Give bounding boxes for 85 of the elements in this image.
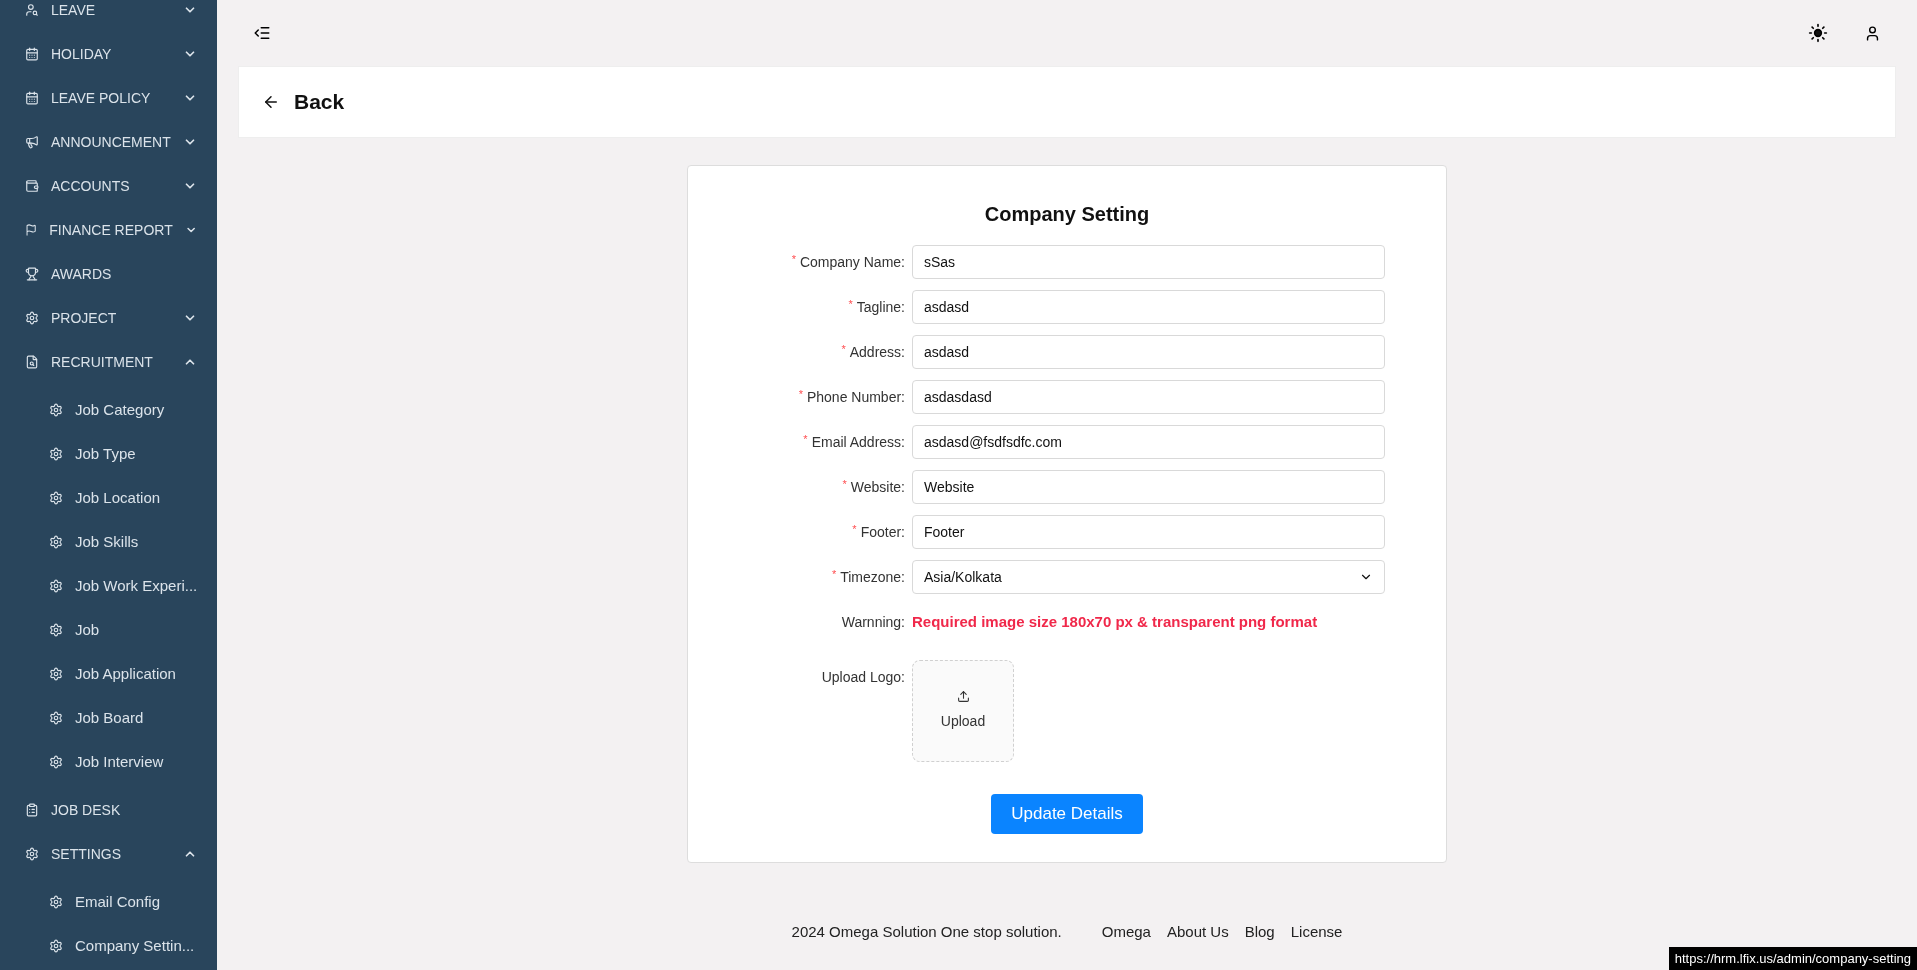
input-field[interactable]: asdasd@fsdfsdfc.com <box>912 425 1385 459</box>
required-mark: * <box>803 432 808 447</box>
sidebar-subitem[interactable]: Job Type <box>0 432 217 476</box>
input-field[interactable]: Website <box>912 470 1385 504</box>
gear-icon <box>49 579 63 593</box>
required-mark: * <box>798 387 803 402</box>
sidebar-item[interactable]: PROJECT <box>0 296 217 340</box>
field-label: Timezone: <box>840 567 905 587</box>
gear-icon <box>49 447 63 461</box>
gear-icon <box>49 623 63 637</box>
field-label: Email Address: <box>811 432 905 452</box>
gear-icon <box>49 939 63 953</box>
sidebar-subitem[interactable]: Job <box>0 608 217 652</box>
gear-icon <box>49 535 63 549</box>
field-label: Upload Logo: <box>821 667 905 687</box>
gear-icon <box>49 491 63 505</box>
sidebar-subitem[interactable]: Job Location <box>0 476 217 520</box>
gear-icon <box>49 711 63 725</box>
sidebar-item[interactable]: LEAVE <box>0 0 217 32</box>
sidebar-item[interactable]: LEAVE POLICY <box>0 76 217 120</box>
sidebar-subitem[interactable]: Job Application <box>0 652 217 696</box>
footer-link[interactable]: Blog <box>1244 921 1275 944</box>
calendar-icon <box>25 47 39 61</box>
theme-toggle-icon[interactable] <box>1808 23 1828 43</box>
person-icon <box>25 3 39 17</box>
field-label: Website: <box>850 477 905 497</box>
sidebar-subitem[interactable]: Job Skills <box>0 520 217 564</box>
gear-icon <box>25 847 39 861</box>
required-mark: * <box>852 522 857 537</box>
required-mark: * <box>791 252 796 267</box>
sidebar-subitem[interactable]: Job Interview <box>0 740 217 784</box>
sidebar-item[interactable]: JOB DESK <box>0 788 217 832</box>
sidebar-item[interactable]: SETTINGS <box>0 832 217 876</box>
field-label: Warnning: <box>841 612 905 632</box>
user-icon[interactable] <box>1864 24 1881 42</box>
sidebar-subitem[interactable]: Job Work Experi... <box>0 564 217 608</box>
document-search-icon <box>25 355 39 369</box>
status-url: https://hrm.lfix.us/admin/company-setting <box>1668 946 1917 970</box>
megaphone-icon <box>25 135 39 149</box>
warning-text: Required image size 180x70 px & transparent png format <box>912 611 1318 632</box>
flag-icon <box>25 223 38 237</box>
required-mark: * <box>848 297 853 312</box>
sidebar-item[interactable]: RECRUITMENT <box>0 340 217 384</box>
gear-icon <box>49 895 63 909</box>
sidebar-item[interactable]: FINANCE REPORT <box>0 208 217 252</box>
input-field[interactable]: asdasdasd <box>912 380 1385 414</box>
input-field[interactable]: Footer <box>912 515 1385 549</box>
footer-link[interactable]: License <box>1290 921 1343 944</box>
required-mark: * <box>841 342 846 357</box>
required-mark: * <box>831 567 837 582</box>
sidebar-item[interactable]: ANNOUNCEMENT <box>0 120 217 164</box>
field-label: Phone Number: <box>806 387 905 407</box>
field-label: Footer: <box>860 522 905 542</box>
sidebar-item[interactable]: AWARDS <box>0 252 217 296</box>
gear-icon <box>49 755 63 769</box>
sidebar-subitem[interactable]: Email Config <box>0 880 217 924</box>
clipboard-icon <box>25 803 39 817</box>
back-button[interactable]: Back <box>262 86 345 118</box>
field-label: Address: <box>849 342 905 362</box>
wallet-icon <box>25 179 39 193</box>
footer-link[interactable]: Omega <box>1101 921 1151 944</box>
footer-link[interactable]: About Us <box>1166 921 1229 944</box>
gear-icon <box>49 403 63 417</box>
gear-icon <box>49 667 63 681</box>
sidebar-item[interactable]: HOLIDAY <box>0 32 217 76</box>
field-label: Tagline: <box>856 297 905 317</box>
input-field[interactable]: sSas <box>912 245 1385 279</box>
sidebar-subitem[interactable]: Company Settin... <box>0 924 217 968</box>
required-mark: * <box>842 477 847 492</box>
upload-button[interactable]: Upload <box>912 660 1014 762</box>
upload-icon <box>956 690 970 703</box>
timezone-select[interactable]: Asia/Kolkata <box>912 560 1385 594</box>
gear-icon <box>25 311 39 325</box>
trophy-icon <box>25 267 39 281</box>
copyright-text: 2024 Omega Solution One stop solution. <box>791 922 1062 942</box>
form-title: Company Setting <box>983 202 1151 227</box>
field-label: Company Name: <box>799 252 905 272</box>
sidebar-item[interactable]: ACCOUNTS <box>0 164 217 208</box>
input-field[interactable]: asdasd <box>912 335 1385 369</box>
menu-toggle-icon[interactable] <box>253 24 271 42</box>
input-field[interactable]: asdasd <box>912 290 1385 324</box>
update-details-button[interactable]: Update Details <box>991 794 1143 834</box>
sidebar-subitem[interactable]: Job Category <box>0 388 217 432</box>
calendar-icon <box>25 91 39 105</box>
sidebar-subitem[interactable]: Job Board <box>0 696 217 740</box>
